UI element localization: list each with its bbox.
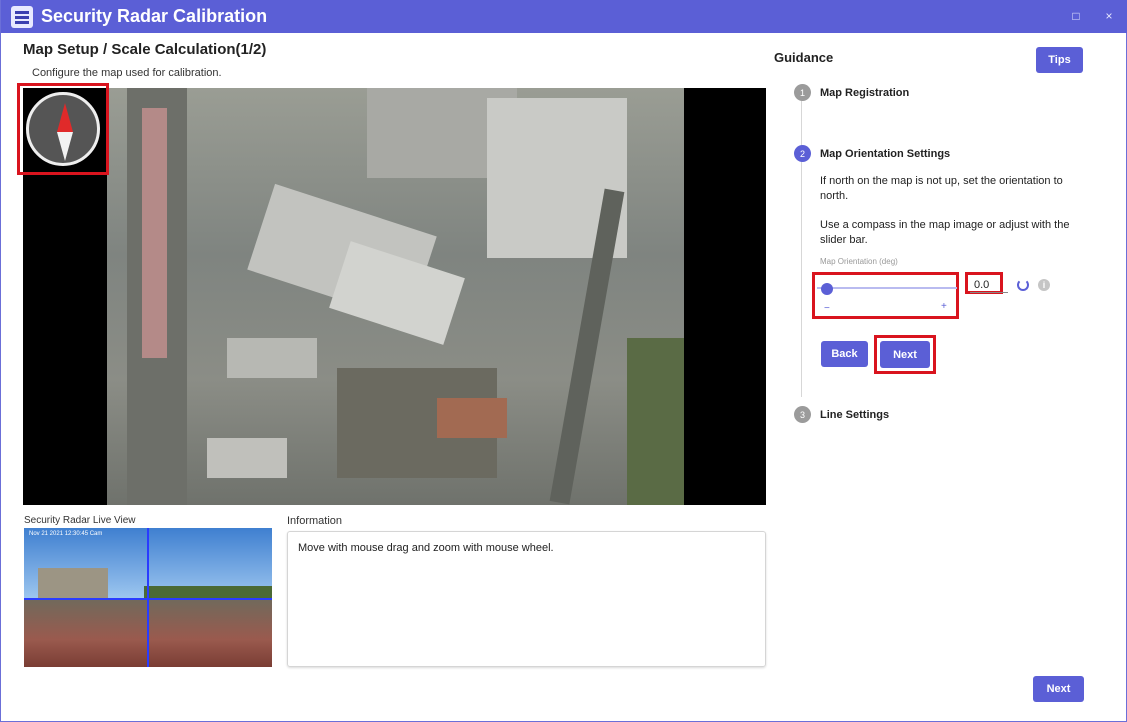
live-view-horizontal-guide [24,598,272,600]
orientation-slider-highlight [812,272,959,319]
orientation-value-underline [970,292,1008,293]
step-2-text-compass: Use a compass in the map image or adjust… [820,219,1070,246]
orientation-slider-track[interactable] [817,287,957,289]
page-subtitle: Configure the map used for calibration. [32,67,222,79]
guidance-title: Guidance [774,50,834,65]
step-2-number: 2 [794,145,811,162]
title-bar: Security Radar Calibration □ × [1,0,1127,33]
compass-south-needle [57,132,73,161]
close-icon[interactable]: × [1100,7,1118,25]
app-icon [11,5,33,28]
steps-connector-line [801,92,802,397]
reset-icon[interactable] [1017,279,1029,291]
page-title: Map Setup / Scale Calculation(1/2) [23,41,267,58]
slider-plus-icon[interactable]: + [941,301,947,312]
compass-highlight[interactable] [17,83,109,175]
app-window: Security Radar Calibration □ × Map Setup… [0,0,1127,722]
orientation-value-input[interactable]: 0.0 [974,279,998,291]
tips-button[interactable]: Tips [1036,47,1083,73]
step-3-number: 3 [794,406,811,423]
maximize-icon[interactable]: □ [1067,7,1085,25]
step-1-number: 1 [794,84,811,101]
information-text: Move with mouse drag and zoom with mouse… [298,542,554,554]
slider-minus-icon[interactable]: − [824,303,830,314]
aerial-map-image[interactable] [107,88,684,505]
information-panel: Move with mouse drag and zoom with mouse… [287,531,766,667]
step-3-label: Line Settings [820,409,890,421]
step-1-label: Map Registration [820,87,910,99]
orientation-slider-thumb[interactable] [821,283,833,295]
compass-icon[interactable] [26,92,100,166]
footer-next-button[interactable]: Next [1033,676,1084,702]
live-view-label: Security Radar Live View [24,515,136,526]
live-view-timestamp: Nov 21 2021 12:30:45 Cam [29,531,103,537]
orientation-slider-caption: Map Orientation (deg) [820,257,898,266]
next-button[interactable]: Next [880,341,930,368]
window-title: Security Radar Calibration [41,6,268,26]
live-view-image: Nov 21 2021 12:30:45 Cam [24,528,272,667]
information-label: Information [287,515,343,527]
back-button[interactable]: Back [821,341,868,367]
info-icon[interactable]: i [1038,279,1050,291]
map-view[interactable] [23,88,766,505]
step-2-text-north: If north on the map is not up, set the o… [820,175,1063,202]
step-2-label: Map Orientation Settings [820,148,951,160]
compass-north-needle [57,103,73,132]
